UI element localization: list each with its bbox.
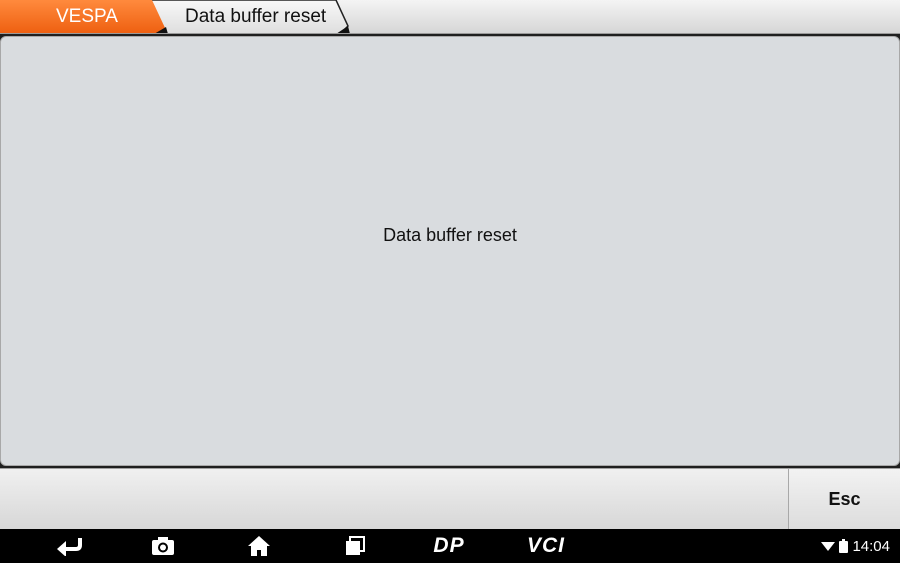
dp-label: DP [433,534,465,557]
dp-button[interactable]: DP [424,529,474,563]
system-nav-bar: DP VCI 14:04 [0,529,900,563]
recent-apps-button[interactable] [338,529,372,563]
back-button[interactable] [50,529,90,563]
breadcrumb-item-vespa[interactable]: VESPA [56,0,118,33]
breadcrumb-item-data-buffer-reset[interactable]: Data buffer reset [185,0,326,33]
camera-icon [152,537,174,555]
vci-button[interactable]: VCI [518,529,574,563]
esc-button[interactable]: Esc [788,469,900,530]
breadcrumb-shapes [0,0,350,33]
status-area: 14:04 [821,529,890,563]
content-panel: Data buffer reset [0,36,900,466]
status-time: 14:04 [852,537,890,555]
battery-icon [839,539,849,553]
home-button[interactable] [242,529,276,563]
content-message: Data buffer reset [383,225,517,245]
recent-apps-icon [346,536,365,555]
home-icon [248,536,270,556]
breadcrumb: VESPA Data buffer reset [0,0,900,34]
back-icon [57,538,82,556]
wifi-icon [821,542,836,551]
action-bar: Esc [0,468,900,530]
vci-label: VCI [526,534,565,557]
screenshot-button[interactable] [146,529,180,563]
